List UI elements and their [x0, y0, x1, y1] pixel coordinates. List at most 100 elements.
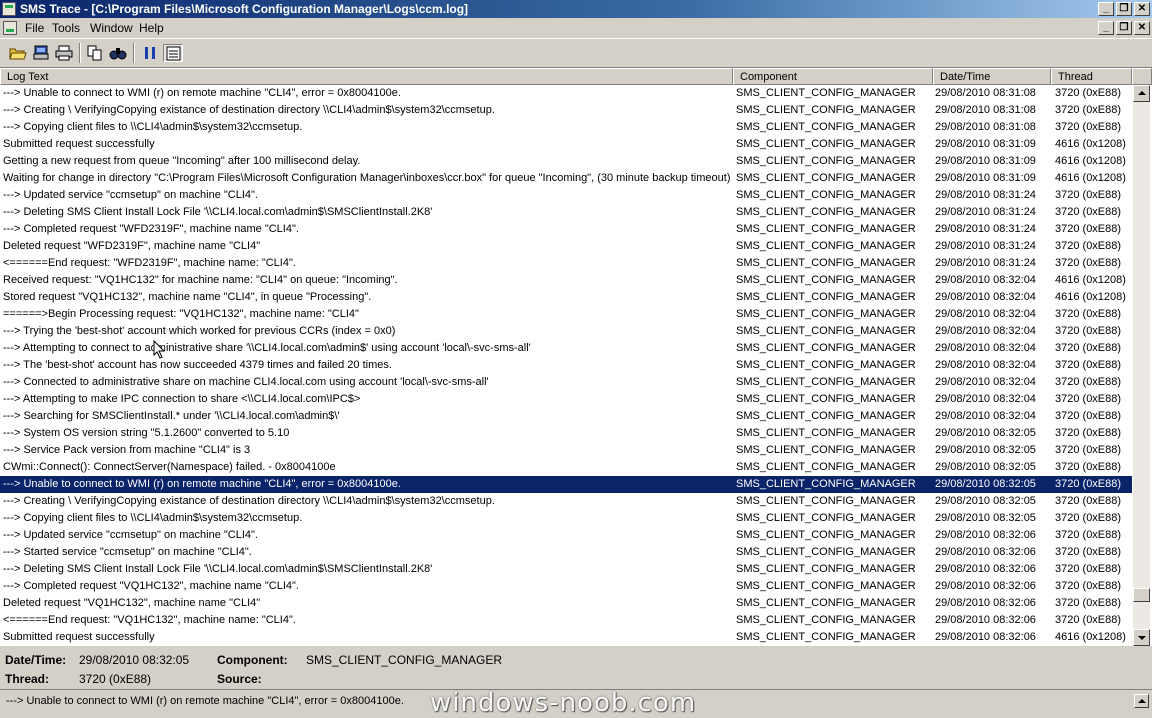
table-row[interactable]: ---> Connected to administrative share o…	[0, 374, 1132, 391]
thread-cell: 3720 (0xE88)	[1055, 104, 1122, 116]
message-scroll-up-button[interactable]	[1134, 694, 1149, 708]
thread-cell: 3720 (0xE88)	[1055, 342, 1122, 354]
child-close-button[interactable]: ✕	[1134, 21, 1150, 35]
vertical-scrollbar[interactable]	[1133, 85, 1150, 646]
thread-cell: 4616 (0x1208)	[1055, 172, 1126, 184]
table-row[interactable]: ---> Searching for SMSClientInstall.* un…	[0, 408, 1132, 425]
table-row[interactable]: ---> Updated service "ccmsetup" on machi…	[0, 527, 1132, 544]
table-row[interactable]: ---> Attempting to make IPC connection t…	[0, 391, 1132, 408]
table-row[interactable]: ---> Deleting SMS Client Install Lock Fi…	[0, 561, 1132, 578]
thread-cell: 3720 (0xE88)	[1055, 325, 1122, 337]
column-log-text[interactable]: Log Text	[0, 68, 733, 85]
table-row[interactable]: ---> Creating \ VerifyingCopying existan…	[0, 102, 1132, 119]
table-row[interactable]: Submitted request successfully SMS_CLIENT…	[0, 136, 1132, 153]
column-thread[interactable]: Thread	[1051, 68, 1132, 85]
table-row[interactable]: Received request: "VQ1HC132" for machine…	[0, 272, 1132, 289]
mouse-cursor-icon	[153, 340, 166, 359]
menu-bar: File Tools Window Help _ ❐ ✕	[0, 18, 1152, 38]
thread-cell: 3720 (0xE88)	[1055, 308, 1122, 320]
thread-cell: 3720 (0xE88)	[1055, 461, 1122, 473]
thread-cell: 4616 (0x1208)	[1055, 291, 1126, 303]
scroll-thumb[interactable]	[1133, 588, 1150, 602]
table-row[interactable]: ---> Completed request "WFD2319F", machi…	[0, 221, 1132, 238]
table-row[interactable]: ---> Deleting SMS Client Install Lock Fi…	[0, 204, 1132, 221]
table-row[interactable]: <======End request: "WFD2319F", machine …	[0, 255, 1132, 272]
log-rows: ---> Unable to connect to WMI (r) on rem…	[0, 85, 1132, 646]
restore-button[interactable]: ❐	[1116, 2, 1132, 16]
table-row[interactable]: ---> System OS version string "5.1.2600"…	[0, 425, 1132, 442]
close-button[interactable]: ✕	[1134, 2, 1150, 16]
datetime-cell: 29/08/2010 08:32:04	[935, 308, 1036, 320]
column-date-time[interactable]: Date/Time	[933, 68, 1051, 85]
table-row[interactable]: ---> Updated service "ccmsetup" on machi…	[0, 187, 1132, 204]
menu-window[interactable]: Window	[90, 21, 133, 35]
print-icon[interactable]	[54, 44, 74, 62]
find-icon[interactable]	[108, 44, 128, 62]
datetime-cell: 29/08/2010 08:31:09	[935, 138, 1036, 150]
table-row[interactable]: Waiting for change in directory "C:\Prog…	[0, 170, 1132, 187]
component-cell: SMS_CLIENT_CONFIG_MANAGER	[736, 223, 916, 235]
component-cell: SMS_CLIENT_CONFIG_MANAGER	[736, 478, 916, 490]
table-row[interactable]: ======>Begin Processing request: "VQ1HC1…	[0, 306, 1132, 323]
log-text-cell: Submitted request successfully	[3, 138, 155, 150]
title-bar: SMS Trace - [C:\Program Files\Microsoft …	[0, 0, 1152, 18]
thread-cell: 4616 (0x1208)	[1055, 274, 1126, 286]
table-row[interactable]: ---> Copying client files to \\CLI4\admi…	[0, 119, 1132, 136]
table-row[interactable]: ---> The 'best-shot' account has now suc…	[0, 357, 1132, 374]
table-row[interactable]: ---> Unable to connect to WMI (r) on rem…	[0, 85, 1132, 102]
column-component[interactable]: Component	[733, 68, 933, 85]
arrow-down-icon	[1138, 636, 1146, 640]
table-row[interactable]: <======End request: "VQ1HC132", machine …	[0, 612, 1132, 629]
component-cell: SMS_CLIENT_CONFIG_MANAGER	[736, 563, 916, 575]
datetime-cell: 29/08/2010 08:32:05	[935, 444, 1036, 456]
datetime-cell: 29/08/2010 08:31:24	[935, 223, 1036, 235]
log-list[interactable]: Log Text Component Date/Time Thread --->…	[0, 68, 1152, 646]
menu-file[interactable]: File	[25, 21, 44, 35]
child-minimize-button[interactable]: _	[1098, 21, 1114, 35]
table-row[interactable]: ---> Trying the 'best-shot' account whic…	[0, 323, 1132, 340]
thread-cell: 3720 (0xE88)	[1055, 223, 1122, 235]
thread-cell: 3720 (0xE88)	[1055, 410, 1122, 422]
datetime-cell: 29/08/2010 08:32:04	[935, 325, 1036, 337]
child-restore-button[interactable]: ❐	[1116, 21, 1132, 35]
table-row[interactable]: ---> Attempting to connect to administra…	[0, 340, 1132, 357]
document-icon[interactable]	[3, 21, 17, 35]
datetime-cell: 29/08/2010 08:32:06	[935, 529, 1036, 541]
table-row[interactable]: ---> Service Pack version from machine "…	[0, 442, 1132, 459]
window-title: SMS Trace - [C:\Program Files\Microsoft …	[20, 2, 469, 16]
column-filler	[1132, 68, 1152, 85]
table-row-selected[interactable]: ---> Unable to connect to WMI (r) on rem…	[0, 476, 1132, 493]
pause-icon[interactable]	[140, 44, 160, 62]
table-row[interactable]: ---> Started service "ccmsetup" on machi…	[0, 544, 1132, 561]
table-row[interactable]: Deleted request "WFD2319F", machine name…	[0, 238, 1132, 255]
thread-cell: 4616 (0x1208)	[1055, 155, 1126, 167]
menu-help[interactable]: Help	[139, 21, 164, 35]
datetime-cell: 29/08/2010 08:32:06	[935, 631, 1036, 643]
log-text-cell: ---> Trying the 'best-shot' account whic…	[3, 325, 396, 337]
highlight-icon[interactable]	[163, 44, 183, 62]
scroll-down-button[interactable]	[1133, 629, 1150, 646]
table-row[interactable]: Deleted request "VQ1HC132", machine name…	[0, 595, 1132, 612]
table-row[interactable]: ---> Copying client files to \\CLI4\admi…	[0, 510, 1132, 527]
log-text-cell: ---> The 'best-shot' account has now suc…	[3, 359, 392, 371]
minimize-button[interactable]: _	[1098, 2, 1114, 16]
scroll-up-button[interactable]	[1133, 85, 1150, 102]
log-text-cell: Submitted request successfully	[3, 631, 155, 643]
thread-cell: 4616 (0x1208)	[1055, 631, 1126, 643]
datetime-cell: 29/08/2010 08:31:24	[935, 189, 1036, 201]
table-row[interactable]: Submitted request successfully SMS_CLIENT…	[0, 629, 1132, 646]
copy-icon[interactable]	[85, 44, 105, 62]
table-row[interactable]: CWmi::Connect(): ConnectServer(Namespace…	[0, 459, 1132, 476]
print-preview-icon[interactable]	[31, 44, 51, 62]
thread-label: Thread:	[5, 672, 50, 686]
table-row[interactable]: ---> Completed request "VQ1HC132", machi…	[0, 578, 1132, 595]
app-icon[interactable]	[2, 2, 16, 16]
open-icon[interactable]	[8, 44, 28, 62]
menu-tools[interactable]: Tools	[52, 21, 80, 35]
datetime-value: 29/08/2010 08:32:05	[79, 653, 190, 667]
thread-cell: 3720 (0xE88)	[1055, 87, 1122, 99]
table-row[interactable]: Stored request "VQ1HC132", machine name …	[0, 289, 1132, 306]
table-row[interactable]: Getting a new request from queue "Incomi…	[0, 153, 1132, 170]
table-row[interactable]: ---> Creating \ VerifyingCopying existan…	[0, 493, 1132, 510]
log-text-cell: Waiting for change in directory "C:\Prog…	[3, 172, 731, 184]
